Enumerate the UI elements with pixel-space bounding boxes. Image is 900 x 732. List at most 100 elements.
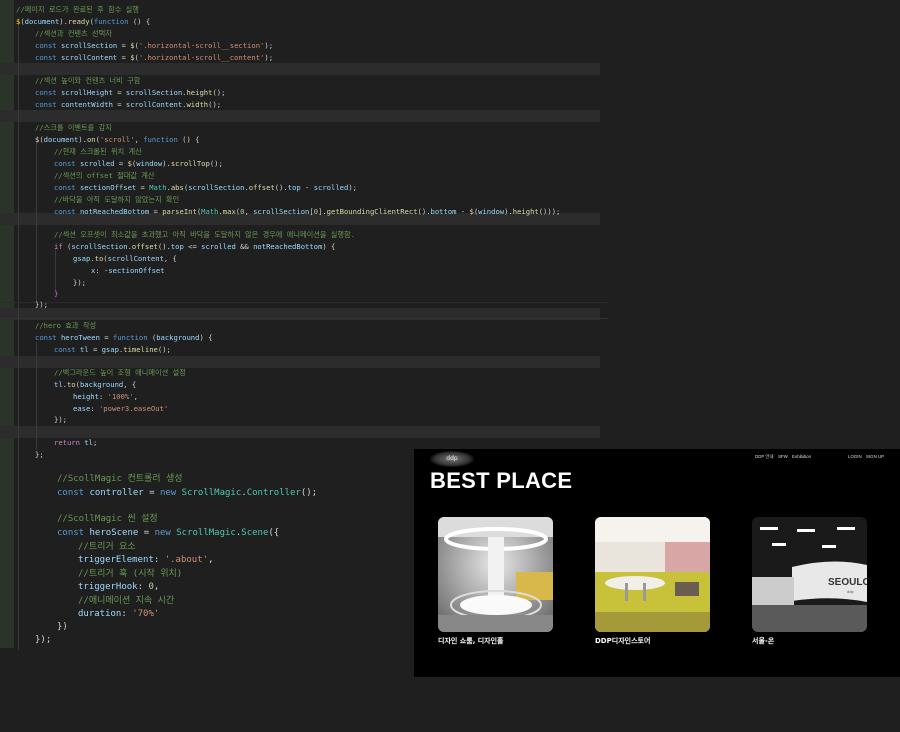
- code-token: Scene: [241, 528, 269, 538]
- code-token: , {: [163, 254, 177, 263]
- code-large-line[interactable]: //트리거 훅 (시작 위치): [78, 568, 182, 580]
- code-token: ();: [212, 88, 226, 97]
- code-token: const: [57, 528, 90, 538]
- code-line[interactable]: const tl = gsap.timeline();: [54, 344, 171, 356]
- code-token: '70%': [132, 609, 160, 619]
- code-large-line[interactable]: //애니메이션 지속 시간: [78, 595, 174, 607]
- code-token: =: [136, 183, 150, 192]
- code-line[interactable]: //섹션 높이와 컨텐츠 너비 구함: [35, 75, 140, 87]
- code-token: document: [43, 135, 79, 144]
- code-line[interactable]: $(document).on('scroll', function () {: [35, 134, 199, 146]
- code-line[interactable]: const sectionOffset = Math.abs(scrollSec…: [54, 182, 357, 194]
- card-caption: DDP디자인스토어: [595, 637, 651, 645]
- code-token: ({: [268, 528, 280, 538]
- code-line[interactable]: const scrolled = $(window).scrollTop();: [54, 158, 223, 170]
- code-line[interactable]: height: '100%',: [73, 391, 138, 403]
- code-large-line[interactable]: const heroScene = new ScrollMagic.Scene(…: [57, 527, 279, 539]
- code-token: controller: [89, 488, 144, 498]
- code-token: });: [73, 278, 86, 287]
- code-line[interactable]: //백그라운드 높이 조형 애니메이션 설정: [54, 367, 186, 379]
- code-large-line[interactable]: triggerElement: '.about',: [78, 554, 213, 566]
- code-token: '.horizontal-scroll__section': [138, 41, 265, 50]
- code-large-line[interactable]: //ScollMagic 씬 설정: [57, 513, 158, 525]
- code-line[interactable]: const scrollContent = $('.horizontal-scr…: [35, 52, 273, 64]
- code-large-line[interactable]: duration: '70%': [78, 608, 159, 620]
- code-line[interactable]: const contentWidth = scrollContent.width…: [35, 99, 221, 111]
- code-token: :: [137, 582, 149, 592]
- code-token: parseInt: [162, 207, 197, 216]
- code-token: :: [98, 392, 108, 401]
- code-line[interactable]: //페이지 로드가 완료된 후 함수 실행: [16, 4, 139, 16]
- code-line[interactable]: });: [35, 299, 48, 311]
- code-large-line[interactable]: //트리거 요소: [78, 541, 136, 553]
- code-token: to: [94, 254, 104, 263]
- code-token: //트리거 훅 (시작 위치): [78, 569, 183, 579]
- code-line[interactable]: x: -sectionOffset: [91, 265, 165, 277]
- code-line[interactable]: $(document).ready(function () {: [16, 16, 150, 28]
- code-line[interactable]: //hero 효과 작성: [35, 320, 96, 332]
- blank-line-band: [0, 110, 600, 122]
- code-token: =: [88, 345, 102, 354]
- code-large-line[interactable]: triggerHook: 0,: [78, 581, 159, 593]
- code-line[interactable]: });: [54, 414, 67, 426]
- code-token: function: [143, 135, 178, 144]
- code-token: :: [153, 555, 165, 565]
- code-line[interactable]: //현재 스크롤된 위치 계산: [54, 146, 142, 158]
- code-token: window: [478, 207, 505, 216]
- code-line[interactable]: //섹션의 offset 절대값 계산: [54, 170, 155, 182]
- code-line[interactable]: //섹션 오프셋이 최소값을 초과했고 아직 바닥을 도달하지 않은 경우에 애…: [54, 229, 355, 241]
- code-token: () {: [177, 135, 200, 144]
- code-line[interactable]: //스크롤 이벤트를 감지: [35, 122, 112, 134]
- website-preview: ddp DDP 안내 SFW Exhibition LOGIN SIGN UP …: [414, 449, 900, 677]
- nav-item-sfw[interactable]: SFW: [778, 454, 788, 459]
- code-token: scrollContent: [60, 53, 118, 62]
- code-line[interactable]: tl.to(background, {: [54, 379, 136, 391]
- place-card-design-store[interactable]: DDP디자인스토어: [595, 517, 710, 645]
- code-token: () {: [128, 17, 151, 26]
- code-token: });: [35, 635, 52, 645]
- code-line[interactable]: if (scrollSection.offset().top <= scroll…: [54, 241, 335, 253]
- code-large-line[interactable]: //ScollMagic 컨트롤러 생성: [57, 473, 183, 485]
- code-large-line[interactable]: });: [35, 634, 51, 646]
- code-token: const: [57, 488, 90, 498]
- code-token: ease: [73, 404, 91, 413]
- code-line[interactable]: ease: 'power3.easeOut': [73, 403, 168, 415]
- code-large-line[interactable]: const controller = new ScrollMagic.Contr…: [57, 487, 317, 499]
- ddp-logo[interactable]: ddp: [430, 451, 474, 467]
- code-token: return: [54, 438, 85, 447]
- code-line[interactable]: const notReachedBottom = parseInt(Math.m…: [54, 206, 560, 218]
- code-line[interactable]: const scrollSection = $('.horizontal-scr…: [35, 40, 273, 52]
- code-token: ,: [134, 135, 144, 144]
- code-token: contentWidth: [60, 100, 113, 109]
- code-line[interactable]: gsap.to(scrollContent, {: [73, 253, 177, 265]
- code-large-line[interactable]: }): [57, 621, 68, 633]
- code-token: scrollTop: [170, 159, 210, 168]
- code-line[interactable]: };: [35, 449, 44, 461]
- code-token: ) {: [322, 242, 336, 251]
- code-line[interactable]: }: [54, 288, 58, 300]
- login-link[interactable]: LOGIN: [848, 454, 862, 459]
- code-token: tl: [54, 380, 63, 389]
- code-token: offset: [248, 183, 275, 192]
- code-line[interactable]: //섹션과 컨텐츠 선택자: [35, 28, 112, 40]
- place-card-seoul-on[interactable]: SEOULON ddp 서울-온: [752, 517, 867, 645]
- place-card-showroom[interactable]: 디자인 쇼룸, 디자인홀: [438, 517, 553, 645]
- nav-item-ddp-info[interactable]: DDP 안내: [755, 454, 774, 460]
- divider: [0, 302, 608, 303]
- code-line[interactable]: return tl;: [54, 437, 97, 449]
- code-token: new: [159, 488, 182, 498]
- code-token: });: [35, 300, 48, 309]
- code-token: heroScene: [89, 528, 139, 538]
- signup-link[interactable]: SIGN UP: [866, 454, 884, 459]
- code-line[interactable]: const scrollHeight = scrollSection.heigh…: [35, 87, 225, 99]
- code-line[interactable]: //바닥을 아직 도달하지 않았는지 확인: [54, 194, 179, 206]
- code-line[interactable]: });: [73, 277, 86, 289]
- code-line[interactable]: const heroTween = function (background) …: [35, 332, 212, 344]
- nav-item-exhibition[interactable]: Exhibition: [792, 454, 811, 459]
- code-token: scrollContent: [125, 100, 183, 109]
- code-token: //ScollMagic 컨트롤러 생성: [57, 474, 183, 484]
- showroom-photo: [438, 517, 553, 632]
- code-token: const: [54, 159, 80, 168]
- indent-guide: [36, 142, 37, 302]
- code-token: //바닥을 아직 도달하지 않았는지 확인: [54, 195, 180, 204]
